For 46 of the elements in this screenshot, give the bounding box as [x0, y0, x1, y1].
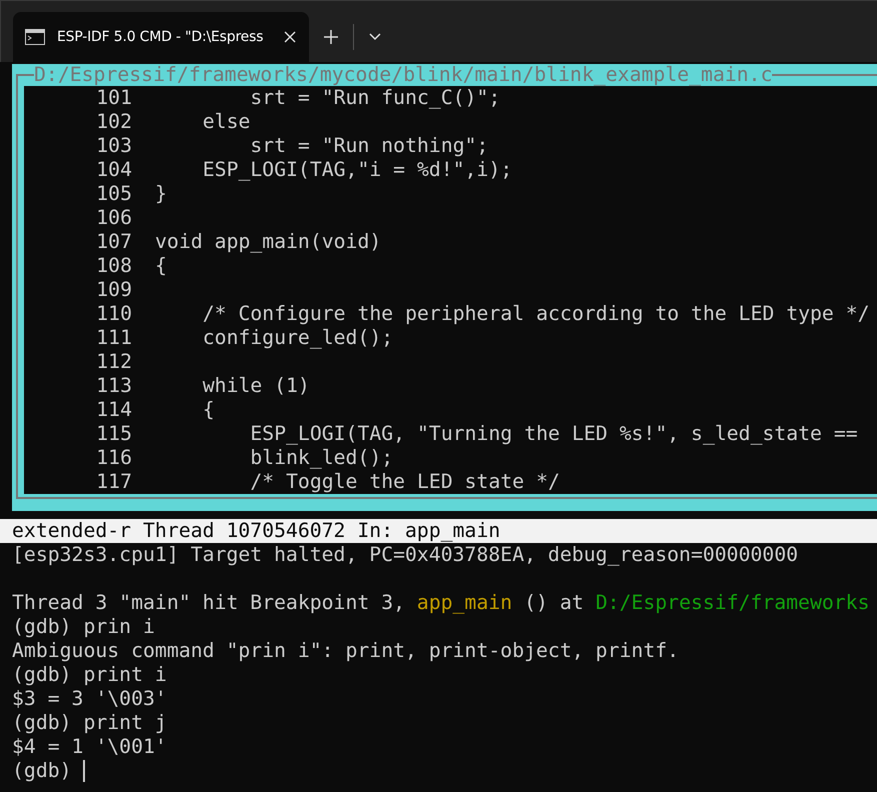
line-number: 105: [95, 182, 132, 206]
code-line: srt = "Run func_C()";: [249, 86, 500, 110]
terminal-icon: [25, 29, 45, 45]
line-number: 102: [95, 110, 132, 134]
code-line: srt = "Run nothing";: [249, 134, 488, 158]
close-button[interactable]: [283, 30, 297, 44]
output-line: (gdb) prin i: [12, 615, 155, 638]
line-number: 101: [95, 86, 132, 110]
code-line: /* Toggle the LED state */: [249, 470, 560, 494]
code-line: void app_main(void): [154, 230, 382, 254]
output-line: (gdb) print i: [12, 663, 167, 686]
code-line: {: [154, 254, 167, 278]
code-line: else: [202, 110, 250, 134]
line-number: 117: [95, 470, 132, 494]
new-tab-button[interactable]: [323, 29, 339, 45]
output-line: [esp32s3.cpu1] Target halted, PC=0x403788EA, debug_reason=00000000: [12, 543, 798, 566]
output-line: Thread 3 "main" hit Breakpoint 3, app_main () at D:/Espressif/frameworks: [12, 591, 870, 614]
line-number: 109: [95, 278, 132, 302]
line-number: 107: [95, 230, 132, 254]
line-number: 112: [95, 350, 132, 374]
line-number: 116: [95, 446, 132, 470]
code-line: while (1): [202, 374, 310, 398]
code-line: ESP_LOGI(TAG,"i = %d!",i);: [202, 158, 512, 182]
gdb-prompt: (gdb): [12, 759, 73, 783]
code-line: blink_led();: [249, 446, 394, 470]
terminal-tab[interactable]: ESP-IDF 5.0 CMD - "D:\Espress: [13, 12, 309, 62]
file-path-title: D:/Espressif/frameworks/mycode/blink/main/blink_example_main.c: [34, 64, 772, 86]
code-line: {: [202, 398, 215, 422]
line-number: 115: [95, 422, 132, 446]
output-line: Ambiguous command "prin i": print, print-object, printf.: [12, 639, 679, 662]
line-number: 114: [95, 398, 132, 422]
line-number: 108: [95, 254, 132, 278]
code-line: /* Configure the peripheral according to the LED type */: [202, 302, 870, 326]
line-number: 111: [95, 326, 132, 350]
line-number: 104: [95, 158, 132, 182]
code-line: }: [154, 182, 167, 206]
line-number: 110: [95, 302, 132, 326]
code-line: configure_led();: [202, 326, 394, 350]
output-line: $3 = 3 '\003': [12, 687, 167, 710]
code-line: ESP_LOGI(TAG, "Turning the LED %s!", s_led_state ==: [249, 422, 858, 446]
line-number: 103: [95, 134, 132, 158]
dropdown-button[interactable]: [368, 32, 382, 42]
line-number: 106: [95, 206, 132, 230]
output-line: $4 = 1 '\001': [12, 735, 167, 758]
output-line: (gdb) print j: [12, 711, 167, 734]
line-number: 113: [95, 374, 132, 398]
